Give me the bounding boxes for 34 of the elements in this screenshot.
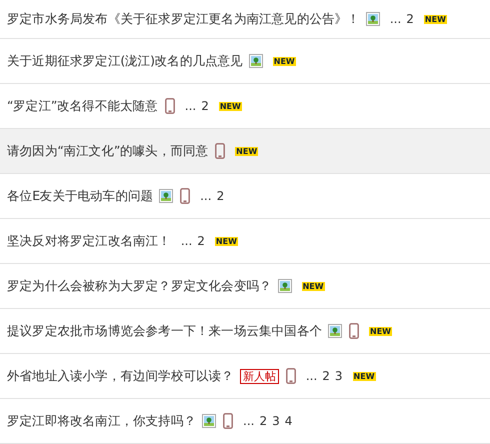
- thread-title-link[interactable]: 各位E友关于电动车的问题: [7, 188, 154, 204]
- new-badge: NEW: [272, 56, 296, 66]
- page-link[interactable]: 2: [201, 99, 209, 113]
- thread-title-link[interactable]: 罗定为什么会被称为大罗定？罗定文化会变吗？: [7, 278, 272, 294]
- page-link[interactable]: 2: [322, 369, 330, 383]
- page-link[interactable]: 4: [284, 414, 292, 428]
- ellipsis: ...: [306, 369, 318, 383]
- page-link[interactable]: 3: [272, 414, 280, 428]
- thread-title-link[interactable]: “罗定江”改名得不能太随意: [7, 98, 158, 114]
- page-link[interactable]: 2: [406, 12, 414, 26]
- new-badge: NEW: [218, 102, 242, 110]
- thread-title-link[interactable]: 提议罗定农批市场博览会参考一下！来一场云集中国各个: [7, 322, 322, 340]
- thread-title-link[interactable]: 关于近期征求罗定江(泷江)改名的几点意见: [7, 52, 243, 70]
- new-badge: NEW: [302, 282, 325, 290]
- thread-title-link[interactable]: 外省地址入读小学，有边间学校可以读？: [7, 368, 234, 384]
- thread-title-link[interactable]: 坚决反对将罗定江改名南江！: [7, 232, 171, 250]
- page-link[interactable]: 2: [197, 234, 205, 248]
- thread-title-link[interactable]: 罗定江即将改名南江，你支持吗？: [7, 412, 196, 430]
- new-badge: NEW: [369, 326, 392, 336]
- ellipsis: ...: [390, 12, 402, 26]
- page-link[interactable]: 3: [334, 369, 343, 383]
- thread-title-link[interactable]: 罗定市水务局发布《关于征求罗定江更名为南江意见的公告》！: [7, 10, 360, 28]
- page-link[interactable]: 2: [259, 414, 268, 428]
- ellipsis: ...: [200, 189, 212, 203]
- ellipsis: ...: [180, 234, 192, 248]
- new-badge: NEW: [352, 372, 376, 380]
- new-badge: NEW: [235, 146, 258, 156]
- page-link[interactable]: 2: [216, 189, 224, 203]
- thread-title-link[interactable]: 请勿因为“南江文化”的噱头，而同意: [7, 142, 208, 160]
- newbie-tag: 新人帖: [240, 368, 279, 384]
- new-badge: NEW: [214, 236, 238, 246]
- ellipsis: ...: [243, 414, 254, 428]
- ellipsis: ...: [184, 99, 196, 113]
- new-badge: NEW: [424, 14, 447, 24]
